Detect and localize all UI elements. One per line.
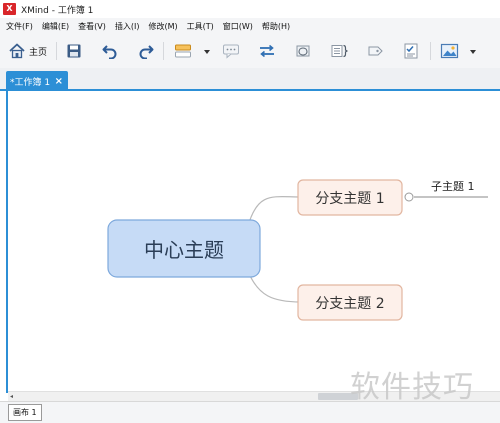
toolbar-divider	[56, 42, 57, 60]
callout-button[interactable]	[222, 41, 240, 61]
editor-tab-strip: *工作簿 1 ×	[0, 68, 500, 91]
branch-topic-2-label: 分支主题 2	[315, 296, 384, 312]
branch-topic-2[interactable]: 分支主题 2	[297, 284, 403, 321]
task-button[interactable]	[402, 41, 420, 61]
toolbar: 主页	[0, 34, 500, 68]
chevron-down-icon[interactable]	[470, 50, 476, 54]
toolbar-divider	[430, 42, 431, 60]
relationship-button[interactable]	[258, 41, 276, 61]
menu-window[interactable]: 窗口(W)	[223, 21, 253, 32]
menu-view[interactable]: 查看(V)	[78, 21, 106, 32]
redo-icon	[139, 45, 154, 59]
menu-bar: 文件(F) 编辑(E) 查看(V) 插入(I) 修改(M) 工具(T) 窗口(W…	[0, 18, 500, 34]
insert-image-button[interactable]	[440, 41, 460, 61]
menu-edit[interactable]: 编辑(E)	[42, 21, 69, 32]
branch-topic-1-label: 分支主题 1	[315, 191, 384, 207]
scroll-left-icon[interactable]: ◂	[10, 393, 13, 400]
mindmap-canvas[interactable]: 中心主题 分支主题 1 分支主题 2 子主题 1	[6, 91, 500, 393]
relationship-icon	[260, 44, 274, 58]
task-icon	[404, 43, 418, 59]
chevron-down-icon[interactable]	[204, 50, 210, 54]
callout-icon	[223, 44, 239, 59]
xmind-logo-icon: X	[3, 3, 16, 15]
home-button[interactable]: 主页	[8, 41, 47, 61]
boundary-icon	[296, 45, 310, 57]
window-title: XMind - 工作簿 1	[21, 5, 94, 16]
summary-icon	[331, 44, 348, 58]
home-label: 主页	[29, 47, 48, 58]
style-brush-button[interactable]	[174, 41, 194, 61]
central-topic-label: 中心主题	[144, 238, 224, 262]
mindmap-svg: 中心主题 分支主题 1 分支主题 2 子主题 1	[107, 179, 488, 321]
insert-image-icon	[440, 43, 459, 59]
menu-help[interactable]: 帮助(H)	[262, 21, 290, 32]
undo-button[interactable]	[102, 41, 118, 61]
summary-button[interactable]	[330, 41, 348, 61]
subtopic-1[interactable]: 子主题 1	[431, 180, 475, 193]
toolbar-divider	[163, 42, 164, 60]
label-button[interactable]	[366, 41, 384, 61]
undo-icon	[102, 45, 117, 59]
menu-tools[interactable]: 工具(T)	[187, 21, 214, 32]
menu-file[interactable]: 文件(F)	[6, 21, 33, 32]
home-icon	[9, 43, 25, 59]
boundary-button[interactable]	[294, 41, 312, 61]
save-icon	[67, 44, 81, 58]
menu-insert[interactable]: 插入(I)	[115, 21, 140, 32]
redo-button[interactable]	[138, 41, 154, 61]
tab-workbook-1[interactable]: *工作簿 1 ×	[6, 71, 68, 91]
tab-label: *工作簿 1	[10, 77, 51, 88]
save-button[interactable]	[66, 41, 82, 61]
central-topic[interactable]: 中心主题	[107, 219, 261, 278]
close-icon[interactable]: ×	[55, 76, 63, 87]
watermark: 软件技巧	[350, 370, 474, 405]
sheet-tab-canvas-1[interactable]: 画布 1	[8, 404, 42, 421]
collapse-toggle[interactable]	[404, 192, 414, 202]
menu-modify[interactable]: 修改(M)	[148, 21, 177, 32]
title-bar: X XMind - 工作簿 1	[0, 0, 500, 18]
branch-topic-1[interactable]: 分支主题 1	[297, 179, 403, 216]
style-brush-icon	[175, 44, 191, 58]
label-icon	[368, 46, 383, 56]
